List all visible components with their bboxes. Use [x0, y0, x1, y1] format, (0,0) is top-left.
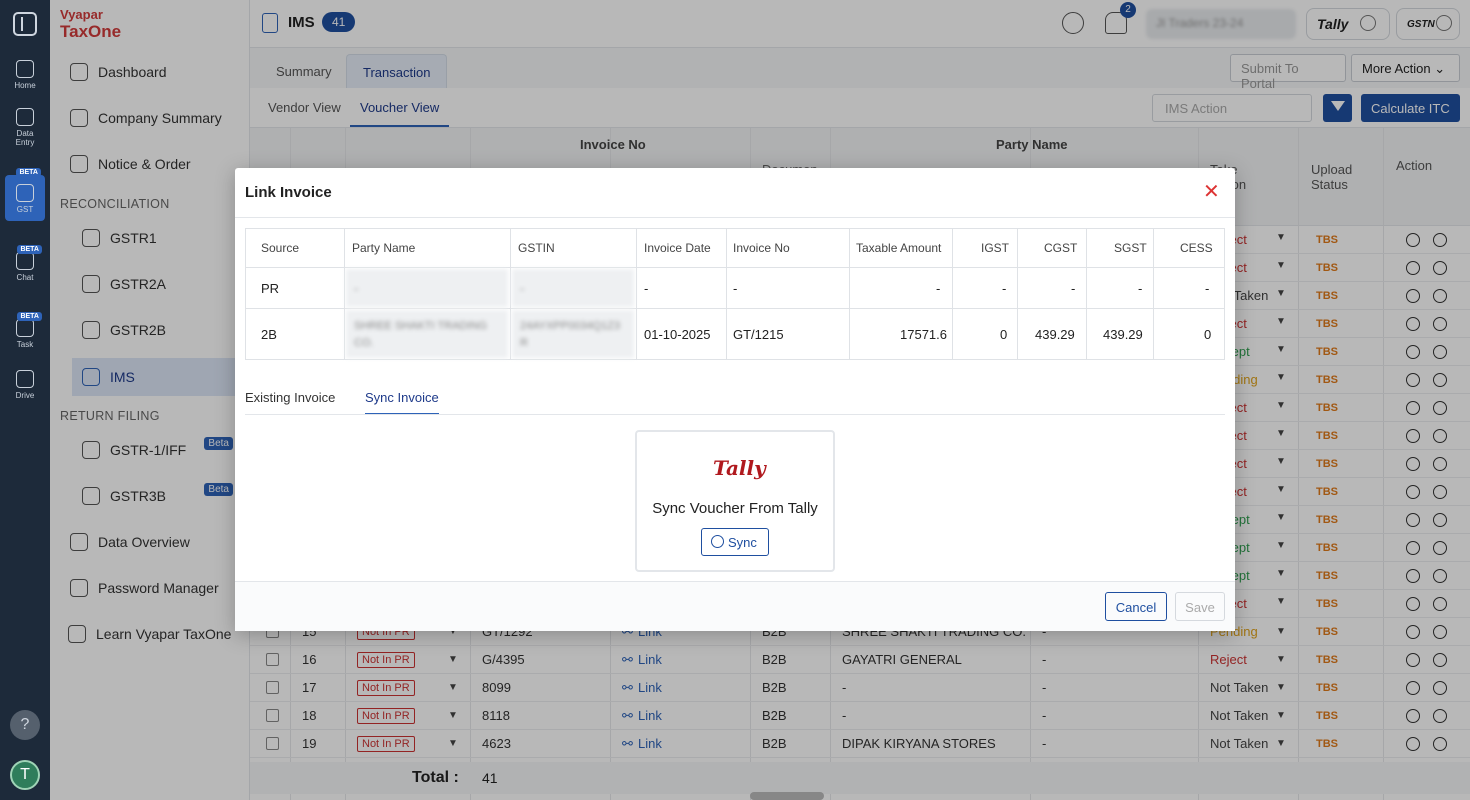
modal-col-header: SGST	[1114, 241, 1147, 255]
home-icon	[16, 60, 34, 78]
folder-icon	[16, 370, 34, 388]
link-invoice-modal: Link Invoice ✕ Source Party Name GSTIN Invo…	[235, 168, 1235, 631]
sync-tally-card: Tally Sync Voucher From Tally Sync	[635, 430, 835, 572]
tally-logo: Tally	[713, 456, 766, 480]
pr-cgst: -	[1071, 281, 1076, 296]
close-icon[interactable]: ✕	[1203, 182, 1220, 202]
rail-data-entry[interactable]: Data Entry	[0, 108, 50, 147]
b2-party-name: SHREE SHAKTI TRADING CO.	[346, 310, 508, 358]
pr-date: -	[644, 281, 649, 296]
tab-sync-invoice[interactable]: Sync Invoice	[365, 390, 439, 415]
sidebar-toggle-icon[interactable]	[13, 12, 37, 36]
beta-badge: BETA	[17, 312, 42, 321]
gst-icon	[16, 184, 34, 202]
link-invoice-table: Source Party Name GSTIN Invoice Date Invoice…	[245, 228, 1225, 360]
user-avatar[interactable]: T	[10, 760, 40, 790]
task-icon	[16, 319, 34, 337]
rail-chat[interactable]: BETA Chat	[0, 245, 50, 282]
pr-sgst: -	[1138, 281, 1143, 296]
pr-source: PR	[261, 281, 280, 296]
beta-badge: BETA	[16, 168, 41, 177]
rail-home[interactable]: Home	[0, 60, 50, 90]
chat-icon	[16, 252, 34, 270]
modal-col-header: Invoice Date	[644, 241, 711, 255]
b2-cess: 0	[1204, 327, 1212, 342]
pr-igst: -	[1002, 281, 1007, 296]
modal-col-header: Invoice No	[733, 241, 790, 255]
b2-cgst: 439.29	[1035, 327, 1075, 342]
modal-col-header: Taxable Amount	[856, 241, 942, 255]
data-entry-icon	[16, 108, 34, 126]
app-rail: Home Data Entry BETA GST BETA Chat BETA Task…	[0, 0, 50, 800]
b2-sgst: 439.29	[1103, 327, 1143, 342]
sync-button[interactable]: Sync	[701, 528, 769, 556]
cancel-button[interactable]: Cancel	[1105, 592, 1167, 621]
b2-invoice: GT/1215	[733, 327, 784, 342]
modal-col-header: GSTIN	[518, 241, 555, 255]
rail-gst[interactable]: BETA GST	[5, 168, 45, 221]
b2-source: 2B	[261, 327, 277, 342]
b2-gstin: 24AYXPP0034Q1Z3 R	[512, 310, 634, 358]
beta-badge: BETA	[17, 245, 42, 254]
help-button[interactable]: ?	[10, 710, 40, 740]
modal-col-header: CGST	[1044, 241, 1078, 255]
modal-col-header: Party Name	[352, 241, 416, 255]
modal-footer: Cancel Save	[235, 581, 1235, 631]
modal-title: Link Invoice	[245, 184, 332, 201]
pr-party-name: -	[346, 269, 508, 307]
pr-taxable: -	[936, 281, 941, 296]
sync-card-title: Sync Voucher From Tally	[652, 500, 818, 517]
pr-invoice: -	[733, 281, 738, 296]
save-button[interactable]: Save	[1175, 592, 1225, 621]
b2-date: 01-10-2025	[644, 327, 711, 342]
modal-col-header: IGST	[981, 241, 1010, 255]
b2-igst: 0	[1000, 327, 1008, 342]
modal-col-header: CESS	[1180, 241, 1213, 255]
rail-drive[interactable]: Drive	[0, 370, 50, 400]
modal-col-header: Source	[261, 241, 300, 255]
pr-cess: -	[1205, 281, 1210, 296]
pr-gstin: -	[512, 269, 634, 307]
b2-taxable: 17571.6	[900, 327, 947, 342]
sync-icon	[711, 535, 724, 548]
rail-task[interactable]: BETA Task	[0, 312, 50, 349]
tab-existing-invoice[interactable]: Existing Invoice	[245, 390, 335, 405]
